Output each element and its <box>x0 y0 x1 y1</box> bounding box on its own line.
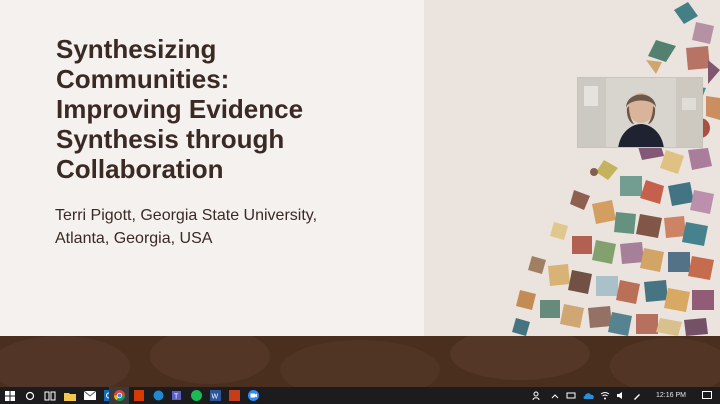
teams-icon[interactable]: T <box>168 387 186 404</box>
slide-title-line: Synthesizing <box>56 34 217 64</box>
slide-title-line: Synthesis through <box>56 124 285 154</box>
windows-taskbar: T W 12:16 PM <box>0 387 720 404</box>
zoom-icon[interactable] <box>244 387 262 404</box>
slide-subtitle: Terri Pigott, Georgia State University, … <box>55 204 375 250</box>
network-icon[interactable] <box>562 387 580 404</box>
spotify-icon[interactable] <box>187 387 205 404</box>
word-icon[interactable]: W <box>206 387 224 404</box>
slide-subtitle-line: Terri Pigott, Georgia State University, <box>55 207 318 224</box>
decorative-pattern-panel <box>424 0 720 336</box>
slide-title-line: Collaboration <box>56 154 224 184</box>
task-view-icon[interactable] <box>41 387 59 404</box>
webcam-video-feed[interactable] <box>577 77 703 148</box>
slide-bottom-band <box>0 336 720 387</box>
edge-icon[interactable] <box>149 387 167 404</box>
svg-text:T: T <box>174 394 179 401</box>
band-texture <box>0 336 720 387</box>
mosaic-pattern <box>512 2 720 336</box>
office-icon[interactable] <box>130 387 148 404</box>
pen-icon[interactable] <box>628 387 646 404</box>
windows-start-icon[interactable] <box>1 387 19 404</box>
people-icon[interactable] <box>528 387 546 404</box>
chrome-icon[interactable] <box>109 387 129 404</box>
svg-text:W: W <box>211 394 218 401</box>
person-video-icon <box>578 78 702 147</box>
powerpoint-icon[interactable] <box>225 387 243 404</box>
presentation-slide: Synthesizing Communities: Improving Evid… <box>0 0 720 336</box>
slide-subtitle-line: Atlanta, Georgia, USA <box>55 230 213 247</box>
notification-icon[interactable] <box>698 387 716 404</box>
slide-title: Synthesizing Communities: Improving Evid… <box>56 34 416 184</box>
slide-title-line: Improving Evidence <box>56 94 304 124</box>
file-explorer-icon[interactable] <box>61 387 79 404</box>
mail-icon[interactable] <box>81 387 99 404</box>
clock-time[interactable]: 12:16 PM <box>656 387 686 404</box>
slide-title-line: Communities: <box>56 64 230 94</box>
search-icon[interactable] <box>21 387 39 404</box>
